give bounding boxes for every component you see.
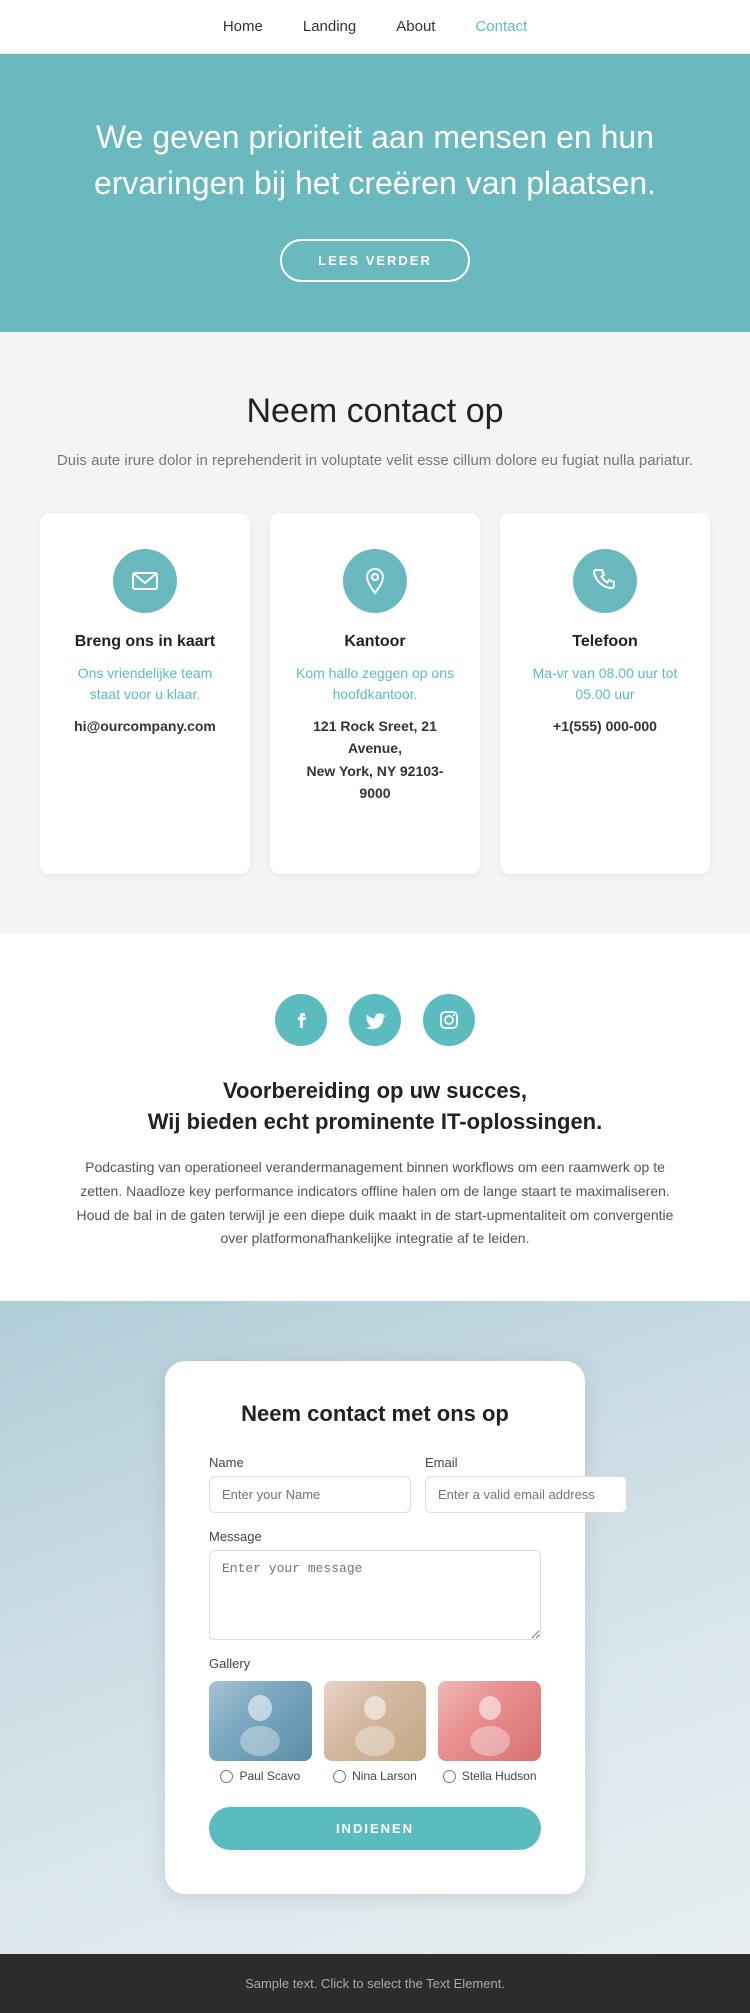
paul-radio-wrap: Paul Scavo [209, 1769, 312, 1783]
card-office: Kantoor Kom hallo zeggen op ons hoofdkan… [270, 513, 480, 875]
form-section: Neem contact met ons op Name Email Messa… [0, 1301, 750, 1954]
card-email-dark: hi@ourcompany.com [64, 715, 226, 737]
social-body: Podcasting van operationeel verandermana… [65, 1156, 685, 1251]
hero-heading: We geven prioriteit aan mensen en hun er… [80, 114, 670, 207]
nav-about[interactable]: About [396, 18, 435, 35]
twitter-icon[interactable] [349, 994, 401, 1046]
contact-title: Neem contact op [40, 392, 710, 431]
gallery-item-nina: Nina Larson [324, 1681, 427, 1783]
message-input[interactable] [209, 1550, 541, 1640]
email-icon [113, 549, 177, 613]
location-icon [343, 549, 407, 613]
paul-radio[interactable] [220, 1770, 233, 1783]
card-email-title: Breng ons in kaart [64, 633, 226, 651]
card-phone: Telefoon Ma-vr van 08.00 uur tot 05.00 u… [500, 513, 710, 875]
nav-contact[interactable]: Contact [475, 18, 527, 35]
gallery-label: Gallery [209, 1656, 541, 1671]
message-group: Message [209, 1529, 541, 1640]
message-label: Message [209, 1529, 541, 1544]
card-office-teal: Kom hallo zeggen op ons hoofdkantoor. [294, 663, 456, 705]
email-label: Email [425, 1455, 627, 1470]
card-email: Breng ons in kaart Ons vriendelijke team… [40, 513, 250, 875]
nav-home[interactable]: Home [223, 18, 263, 35]
form-card: Neem contact met ons op Name Email Messa… [165, 1361, 585, 1894]
gallery-item-stella: Stella Hudson [438, 1681, 541, 1783]
phone-icon [573, 549, 637, 613]
footer-text: Sample text. Click to select the Text El… [245, 1976, 505, 1991]
contact-cards: Breng ons in kaart Ons vriendelijke team… [40, 513, 710, 875]
contact-subtitle: Duis aute irure dolor in reprehenderit i… [40, 449, 710, 473]
contact-section: Neem contact op Duis aute irure dolor in… [0, 332, 750, 935]
nina-thumb [324, 1681, 427, 1761]
form-title: Neem contact met ons op [209, 1401, 541, 1427]
card-phone-dark: +1(555) 000-000 [524, 715, 686, 737]
card-email-teal: Ons vriendelijke team staat voor u klaar… [64, 663, 226, 705]
email-group: Email [425, 1455, 627, 1513]
navigation: Home Landing About Contact [0, 0, 750, 54]
hero-button[interactable]: LEES VERDER [280, 239, 470, 282]
name-label: Name [209, 1455, 411, 1470]
card-office-dark: 121 Rock Sreet, 21 Avenue,New York, NY 9… [294, 715, 456, 805]
stella-thumb [438, 1681, 541, 1761]
submit-button[interactable]: INDIENEN [209, 1807, 541, 1850]
gallery-grid: Paul Scavo Nina Larson [209, 1681, 541, 1783]
name-group: Name [209, 1455, 411, 1513]
instagram-icon[interactable] [423, 994, 475, 1046]
nav-landing[interactable]: Landing [303, 18, 356, 35]
nina-radio-wrap: Nina Larson [324, 1769, 427, 1783]
nina-radio[interactable] [333, 1770, 346, 1783]
social-heading: Voorbereiding op uw succes,Wij bieden ec… [60, 1076, 690, 1138]
form-name-email-row: Name Email [209, 1455, 541, 1513]
gallery-item-paul: Paul Scavo [209, 1681, 312, 1783]
paul-thumb [209, 1681, 312, 1761]
social-section: Voorbereiding op uw succes,Wij bieden ec… [0, 934, 750, 1301]
paul-name: Paul Scavo [239, 1769, 300, 1783]
stella-radio-wrap: Stella Hudson [438, 1769, 541, 1783]
card-office-title: Kantoor [294, 633, 456, 651]
nina-name: Nina Larson [352, 1769, 417, 1783]
card-phone-teal: Ma-vr van 08.00 uur tot 05.00 uur [524, 663, 686, 705]
stella-name: Stella Hudson [462, 1769, 537, 1783]
email-input[interactable] [425, 1476, 627, 1513]
facebook-icon[interactable] [275, 994, 327, 1046]
footer: Sample text. Click to select the Text El… [0, 1954, 750, 2013]
name-input[interactable] [209, 1476, 411, 1513]
stella-radio[interactable] [443, 1770, 456, 1783]
social-icons [60, 994, 690, 1046]
card-phone-title: Telefoon [524, 633, 686, 651]
hero-section: We geven prioriteit aan mensen en hun er… [0, 54, 750, 332]
